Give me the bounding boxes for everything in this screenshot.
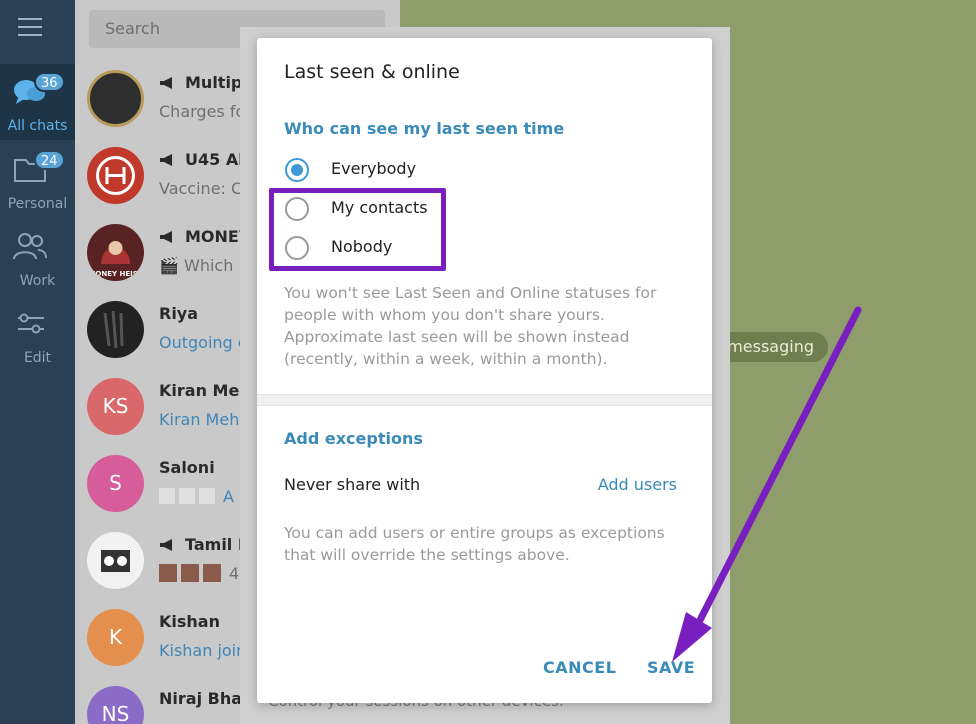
radio-selected-icon[interactable] [285, 158, 309, 182]
avatar: KS [87, 378, 144, 435]
section-add-exceptions: Add exceptions [284, 429, 423, 448]
megaphone-icon [160, 231, 172, 243]
option-label: Everybody [331, 159, 417, 178]
people-icon [13, 233, 47, 260]
chat-preview: Kishan join [159, 641, 247, 660]
avatar: MONEY HEIST [87, 224, 144, 281]
media-thumbnails [159, 488, 217, 504]
chat-preview: Vaccine: C( [159, 179, 249, 198]
chat-title: Multipl [159, 73, 248, 92]
folder-label: Work [19, 273, 56, 289]
option-everybody[interactable]: Everybody [285, 155, 585, 185]
chat-preview: Outgoing c [159, 333, 247, 352]
folder-rail: 36 All chats 24 Personal Work Edit [0, 0, 75, 724]
chat-title: Saloni [159, 458, 215, 477]
avatar: S [87, 455, 144, 512]
folder-badge: 36 [34, 72, 65, 92]
svg-text:MONEY HEIST: MONEY HEIST [88, 270, 142, 278]
chat-preview: 40 [159, 564, 249, 583]
never-share-label[interactable]: Never share with [284, 475, 420, 494]
highlight-box [269, 188, 446, 271]
avatar [87, 70, 144, 127]
folder-edit[interactable]: Edit [0, 296, 75, 372]
avatar: K [87, 609, 144, 666]
last-seen-note: You won't see Last Seen and Online statu… [284, 284, 657, 368]
dialog-title: Last seen & online [284, 61, 460, 83]
last-seen-dialog: Last seen & online Who can see my last s… [257, 38, 712, 703]
exceptions-note: You can add users or entire groups as ex… [284, 524, 665, 564]
folder-label: Personal [7, 196, 68, 212]
add-users-link[interactable]: Add users [598, 475, 677, 494]
chat-title: Kishan [159, 612, 220, 631]
cancel-button[interactable]: CANCEL [543, 658, 616, 677]
megaphone-icon [160, 154, 172, 166]
chat-title: MONEY [159, 227, 250, 246]
media-thumbnails [159, 564, 223, 582]
sliders-icon [18, 313, 44, 334]
folder-personal[interactable]: 24 Personal [0, 142, 75, 218]
avatar [87, 532, 144, 589]
chat-title: Riya [159, 304, 199, 323]
menu-icon[interactable] [18, 18, 42, 38]
section-divider [257, 394, 712, 406]
folder-label: Edit [23, 350, 52, 366]
chat-preview: 🎬 Which i [159, 256, 243, 275]
avatar: NS [87, 686, 144, 724]
section-who-can-see: Who can see my last seen time [284, 119, 565, 138]
megaphone-icon [160, 539, 172, 551]
folder-label: All chats [7, 118, 68, 134]
avatar [87, 301, 144, 358]
folder-all-chats[interactable]: 36 All chats [0, 64, 75, 140]
megaphone-icon [160, 77, 172, 89]
save-button[interactable]: SAVE [647, 658, 695, 677]
chat-preview: Kiran Meht [159, 410, 246, 429]
avatar [87, 147, 144, 204]
chat-title: U45 Ah [159, 150, 250, 169]
chat-preview: A [159, 487, 234, 506]
chat-preview: Charges fo [159, 102, 246, 121]
folder-badge: 24 [34, 150, 65, 170]
folder-work[interactable]: Work [0, 219, 75, 295]
